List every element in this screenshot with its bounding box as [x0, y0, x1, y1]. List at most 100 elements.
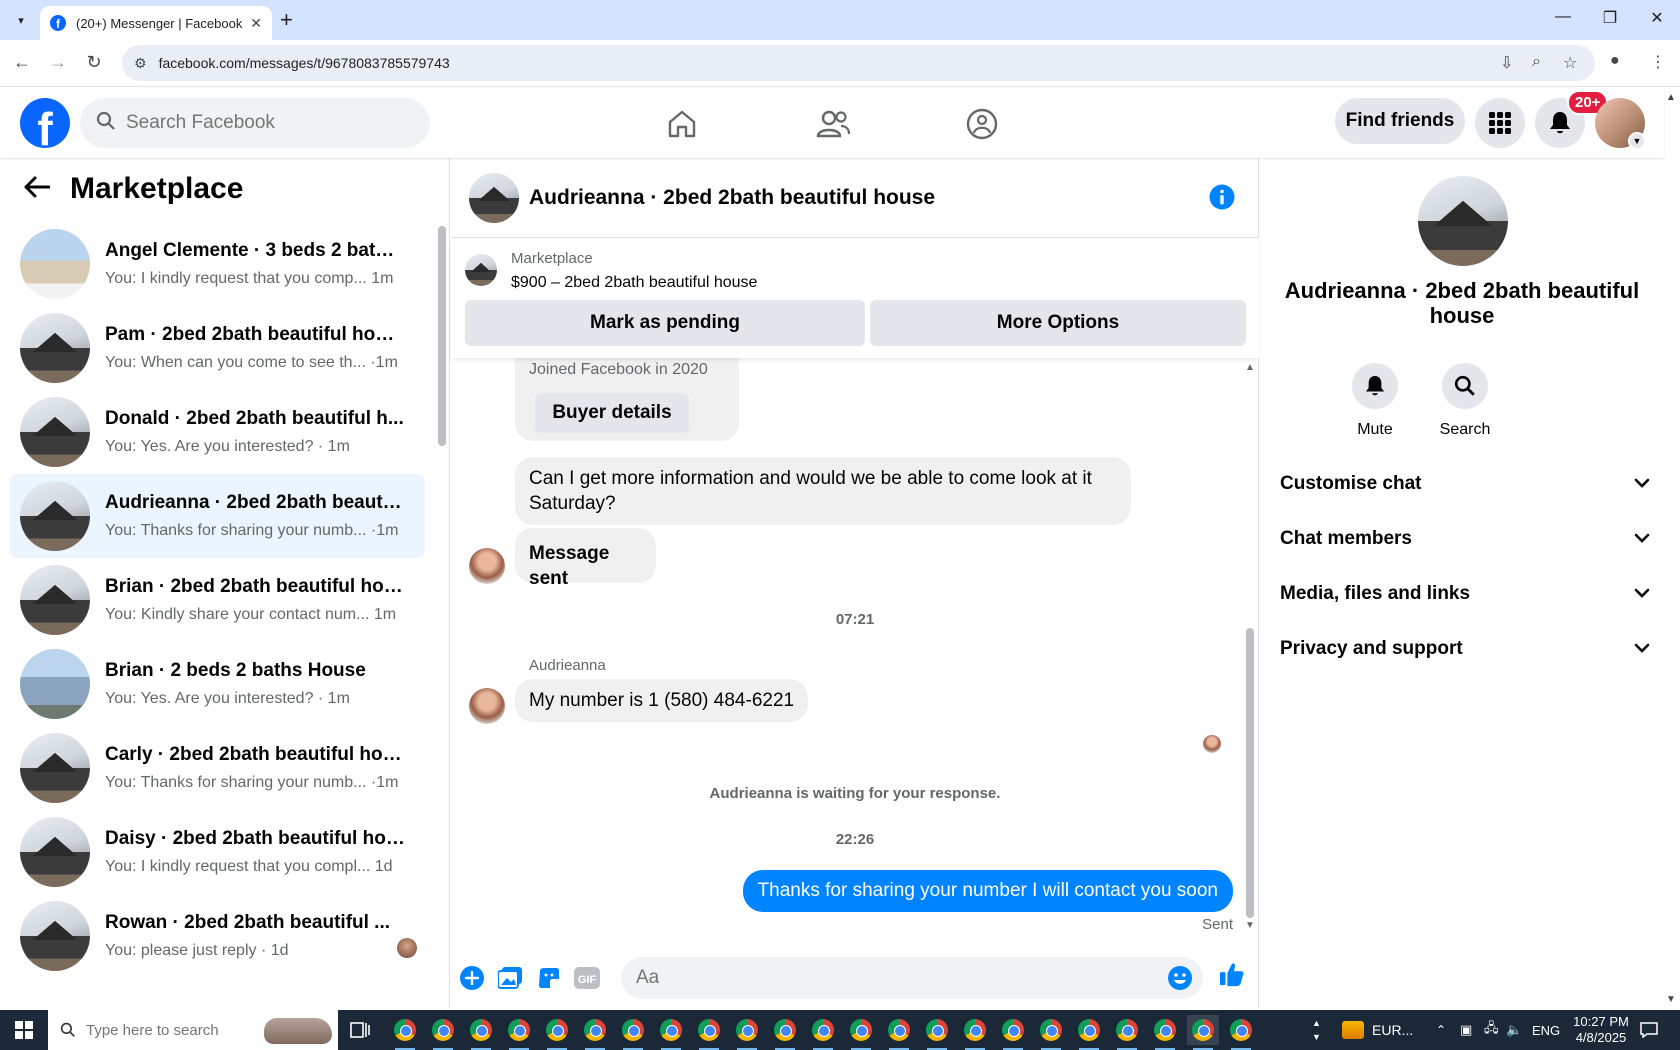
friends-icon[interactable] — [811, 102, 855, 146]
taskbar-chrome-app-icon[interactable] — [1225, 1015, 1257, 1050]
menu-grid-icon[interactable] — [1475, 98, 1525, 148]
taskbar-chrome-app-icon[interactable] — [503, 1015, 535, 1050]
clock[interactable]: 10:27 PM 4/8/2025 — [1568, 1010, 1634, 1050]
search-icon[interactable] — [1442, 363, 1488, 409]
language-indicator[interactable]: ENG — [1532, 1010, 1560, 1050]
taskbar-chrome-app-icon[interactable] — [655, 1015, 687, 1050]
conversation-item[interactable]: Brian · 2 beds 2 baths House You: Yes. Ar… — [10, 642, 425, 726]
details-avatar[interactable] — [1418, 176, 1508, 266]
find-friends-button[interactable]: Find friends — [1335, 98, 1465, 144]
new-tab-plus-icon[interactable]: + — [280, 8, 293, 32]
conversation-item[interactable]: Brian · 2bed 2bath beautiful house You: K… — [10, 558, 425, 642]
sticker-icon[interactable] — [536, 965, 562, 991]
taskbar-chrome-app-icon[interactable] — [541, 1015, 573, 1050]
tab-search-chevron-icon[interactable]: ▾ — [10, 9, 32, 31]
notification-center-icon[interactable] — [1640, 1010, 1658, 1050]
buyer-details-button[interactable]: Buyer details — [535, 393, 689, 433]
zoom-icon[interactable]: ⌕ — [1532, 53, 1541, 71]
sender-avatar[interactable] — [469, 548, 505, 584]
show-hidden-icons-icon[interactable]: ⌃ — [1436, 1010, 1446, 1050]
thumbs-up-like-icon[interactable] — [1219, 961, 1245, 987]
page-scroll-up-icon[interactable]: ▲ — [1666, 92, 1676, 103]
section-privacy-support[interactable]: Privacy and support — [1280, 629, 1650, 669]
url-text[interactable]: facebook.com/messages/t/9678083785579743 — [159, 55, 450, 71]
my-message-bubble[interactable]: Thanks for sharing your number I will co… — [742, 870, 1233, 912]
taskbar-chrome-app-icon[interactable] — [465, 1015, 497, 1050]
forward-arrow-icon[interactable]: → — [46, 52, 70, 73]
window-close-icon[interactable]: ✕ — [1634, 8, 1680, 28]
conversation-item[interactable]: Audrieanna · 2bed 2bath beautif... You: T… — [10, 474, 425, 558]
account-chevron-down-icon[interactable]: ▼ — [1628, 132, 1646, 150]
site-settings-icon[interactable]: ⚙ — [134, 55, 147, 72]
minimize-icon[interactable]: — — [1540, 8, 1586, 26]
taskbar-chrome-app-icon[interactable] — [807, 1015, 839, 1050]
mute-action[interactable]: Mute — [1340, 363, 1410, 439]
taskbar-search[interactable] — [48, 1010, 338, 1050]
back-arrow-icon[interactable] — [24, 173, 56, 205]
section-chat-members[interactable]: Chat members — [1280, 519, 1650, 559]
taskbar-chrome-app-icon[interactable] — [427, 1015, 459, 1050]
message-input-wrapper[interactable] — [621, 957, 1203, 999]
taskbar-chrome-app-icon[interactable] — [883, 1015, 915, 1050]
chat-scroll-down-icon[interactable]: ▼ — [1245, 920, 1255, 931]
conversation-item[interactable]: Rowan · 2bed 2bath beautiful ... You: ple… — [10, 894, 425, 978]
sender-avatar[interactable] — [469, 688, 505, 724]
taskbar-chrome-app-icon[interactable] — [959, 1015, 991, 1050]
network-icon[interactable]: 🖧 — [1484, 1010, 1499, 1050]
emoji-icon[interactable] — [1167, 965, 1193, 996]
taskbar-chrome-app-icon[interactable] — [693, 1015, 725, 1050]
listing-title[interactable]: $900 – 2bed 2bath beautiful house — [511, 274, 757, 292]
address-bar[interactable]: ⚙ facebook.com/messages/t/96780837855797… — [122, 45, 1595, 81]
gif-icon[interactable]: GIF — [574, 965, 600, 991]
listing-thumbnail[interactable] — [465, 254, 497, 286]
weather-widget[interactable]: EUR... — [1342, 1010, 1413, 1050]
taskbar-chrome-app-icon[interactable] — [1111, 1015, 1143, 1050]
task-view-icon[interactable] — [350, 1020, 370, 1040]
browser-tab[interactable]: f (20+) Messenger | Facebook ✕ — [40, 6, 272, 40]
message-sent-card[interactable]: Message sent — [515, 528, 656, 589]
search-input[interactable] — [126, 112, 406, 134]
taskbar-chrome-app-icon[interactable] — [1149, 1015, 1181, 1050]
back-arrow-icon[interactable]: ← — [10, 52, 34, 73]
browser-menu-icon[interactable]: ⋮ — [1650, 52, 1666, 72]
more-options-button[interactable]: More Options — [870, 300, 1246, 346]
taskbar-chrome-app-icon[interactable] — [1035, 1015, 1067, 1050]
tray-scroll-icon[interactable]: ▲ ▼ — [1312, 1010, 1321, 1050]
taskbar-chrome-app-icon[interactable] — [769, 1015, 801, 1050]
install-app-icon[interactable]: ⇩ — [1500, 53, 1513, 73]
conversation-item[interactable]: Carly · 2bed 2bath beautiful house You: T… — [10, 726, 425, 810]
chat-scrollbar[interactable] — [1246, 628, 1254, 918]
taskbar-search-input[interactable] — [86, 1021, 246, 1039]
tab-close-icon[interactable]: ✕ — [250, 15, 262, 32]
taskbar-chrome-app-icon[interactable] — [389, 1015, 421, 1050]
message-input[interactable] — [636, 967, 1136, 989]
photo-gallery-icon[interactable] — [497, 965, 523, 991]
conversation-item[interactable]: Angel Clemente · 3 beds 2 baths ... You: … — [10, 222, 425, 306]
meet-now-icon[interactable]: ▣ — [1460, 1010, 1472, 1050]
taskbar-chrome-app-icon[interactable] — [1187, 1015, 1219, 1050]
sidebar-scrollbar[interactable] — [438, 226, 446, 446]
taskbar-chrome-app-icon[interactable] — [845, 1015, 877, 1050]
message-bubble[interactable]: My number is 1 (580) 484-6221 — [515, 679, 809, 722]
taskbar-chrome-app-icon[interactable] — [1073, 1015, 1105, 1050]
info-icon[interactable] — [1209, 184, 1235, 215]
chat-scroll-up-icon[interactable]: ▲ — [1245, 362, 1255, 373]
section-customise-chat[interactable]: Customise chat — [1280, 464, 1650, 504]
bell-icon[interactable] — [1352, 363, 1398, 409]
facebook-search[interactable] — [80, 98, 430, 148]
chat-title[interactable]: Audrieanna · 2bed 2bath beautiful house — [529, 186, 935, 210]
restore-icon[interactable]: ❐ — [1587, 8, 1633, 28]
home-icon[interactable] — [660, 102, 704, 146]
taskbar-chrome-app-icon[interactable] — [617, 1015, 649, 1050]
taskbar-chrome-app-icon[interactable] — [921, 1015, 953, 1050]
browser-profile-icon[interactable]: ● — [1610, 52, 1620, 70]
volume-icon[interactable]: 🔈 — [1506, 1010, 1522, 1050]
taskbar-chrome-app-icon[interactable] — [997, 1015, 1029, 1050]
taskbar-chrome-app-icon[interactable] — [579, 1015, 611, 1050]
search-action[interactable]: Search — [1430, 363, 1500, 439]
conversation-item[interactable]: Donald · 2bed 2bath beautiful h... You: Y… — [10, 390, 425, 474]
taskbar-chrome-app-icon[interactable] — [731, 1015, 763, 1050]
facebook-logo-icon[interactable]: f — [20, 98, 70, 148]
groups-icon[interactable] — [960, 102, 1004, 146]
mark-as-pending-button[interactable]: Mark as pending — [465, 300, 865, 346]
